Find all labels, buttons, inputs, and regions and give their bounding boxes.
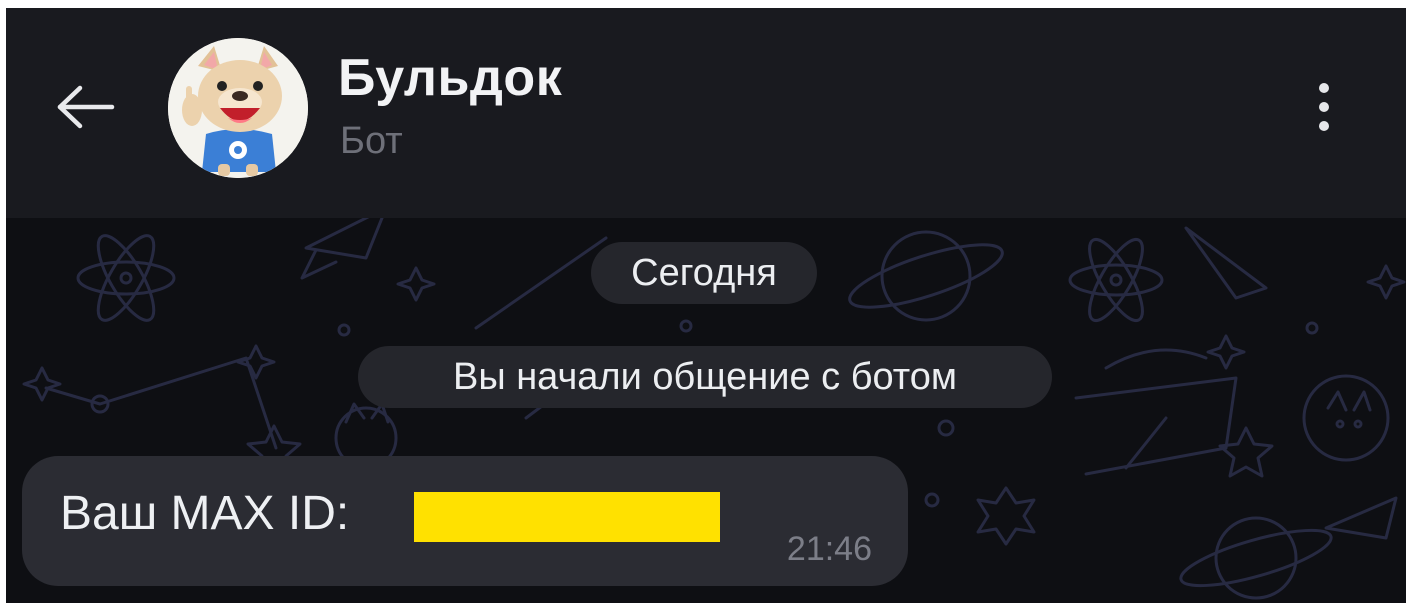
service-message: Вы начали общение с ботом: [358, 346, 1052, 408]
back-button[interactable]: [48, 76, 124, 138]
avatar[interactable]: [168, 38, 308, 178]
more-vertical-icon-dot: [1319, 102, 1329, 112]
date-separator: Сегодня: [591, 242, 817, 304]
atom-icon: [76, 234, 176, 322]
planet-icon: [848, 230, 1004, 322]
message-time: 21:46: [786, 530, 872, 568]
redaction-bar: [414, 492, 720, 542]
more-menu-button[interactable]: [1302, 72, 1346, 142]
chat-subtitle: Бот: [340, 120, 403, 162]
dog-astronaut-icon: [1302, 374, 1390, 462]
chat-screen: Бульдок Бот Сегодня Вы начали общение с …: [6, 8, 1406, 603]
atom-icon: [1068, 237, 1164, 323]
bulldog-avatar-icon: [168, 38, 308, 178]
arrow-left-icon: [57, 85, 115, 129]
chat-header: Бульдок Бот: [6, 8, 1406, 218]
message-list[interactable]: Сегодня Вы начали общение с ботом Ваш MA…: [6, 218, 1406, 603]
planet-icon: [1179, 516, 1333, 600]
more-vertical-icon-dot: [1319, 121, 1329, 131]
more-vertical-icon: [1319, 83, 1329, 93]
message-text[interactable]: Ваш MAX ID:: [60, 486, 349, 541]
chat-title[interactable]: Бульдок: [338, 48, 562, 108]
message-bubble[interactable]: Ваш MAX ID: 21:46: [22, 456, 908, 586]
